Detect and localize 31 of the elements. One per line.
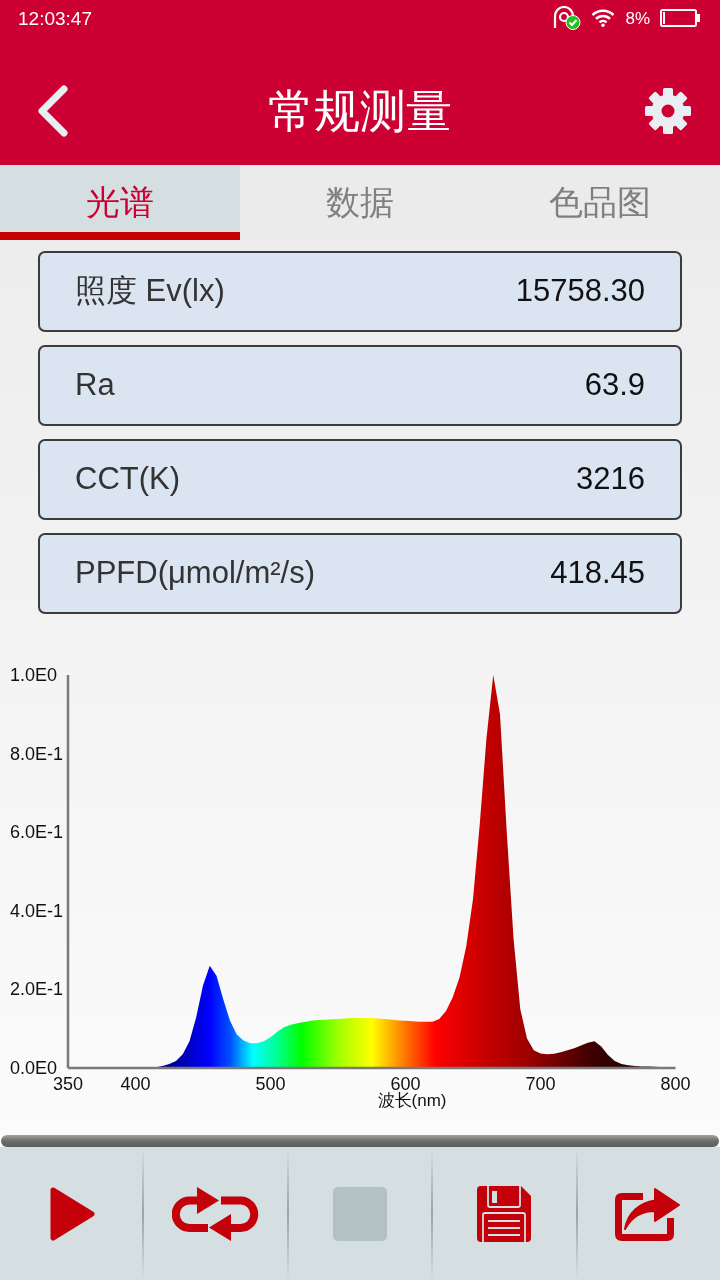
x-tick-label: 500: [255, 1074, 286, 1094]
status-time: 12:03:47: [18, 8, 92, 28]
settings-icon: [644, 86, 692, 135]
battery-percent: 8%: [625, 9, 650, 27]
reading-label: CCT(K): [75, 460, 181, 499]
page-title: 常规测量: [268, 87, 452, 134]
y-tick-label: 6.0E-1: [10, 822, 64, 843]
x-tick-label: 400: [120, 1074, 151, 1094]
battery-icon: [660, 9, 700, 27]
wifi-icon: [591, 9, 616, 27]
x-tick-label: 700: [525, 1074, 556, 1094]
reading-value: 15758.30: [515, 272, 645, 311]
tab[interactable]: 数据: [240, 165, 480, 240]
chevron-left-icon: [38, 84, 68, 137]
y-tick-label: 2.0E-1: [10, 979, 64, 1000]
reading-value: 63.9: [584, 366, 645, 405]
y-tick-label: 4.0E-1: [10, 900, 64, 921]
tab[interactable]: 光谱: [0, 165, 240, 240]
reading-label: 照度 Ev(lx): [75, 272, 225, 311]
x-tick-label: 800: [660, 1074, 691, 1094]
back-button[interactable]: [38, 84, 68, 137]
y-tick-label: 8.0E-1: [10, 743, 64, 764]
x-axis-title: 波长(nm): [377, 1091, 447, 1110]
y-tick-label: 1.0E0: [10, 665, 58, 685]
reading-label: Ra: [75, 366, 115, 405]
settings-button[interactable]: [644, 86, 692, 135]
reading-value: 3216: [576, 460, 645, 499]
reading-label: PPFD(μmol/m²/s): [75, 554, 315, 593]
status-check-icon: [553, 6, 582, 30]
tab[interactable]: 色品图: [480, 165, 720, 240]
reading-value: 418.45: [550, 554, 645, 593]
